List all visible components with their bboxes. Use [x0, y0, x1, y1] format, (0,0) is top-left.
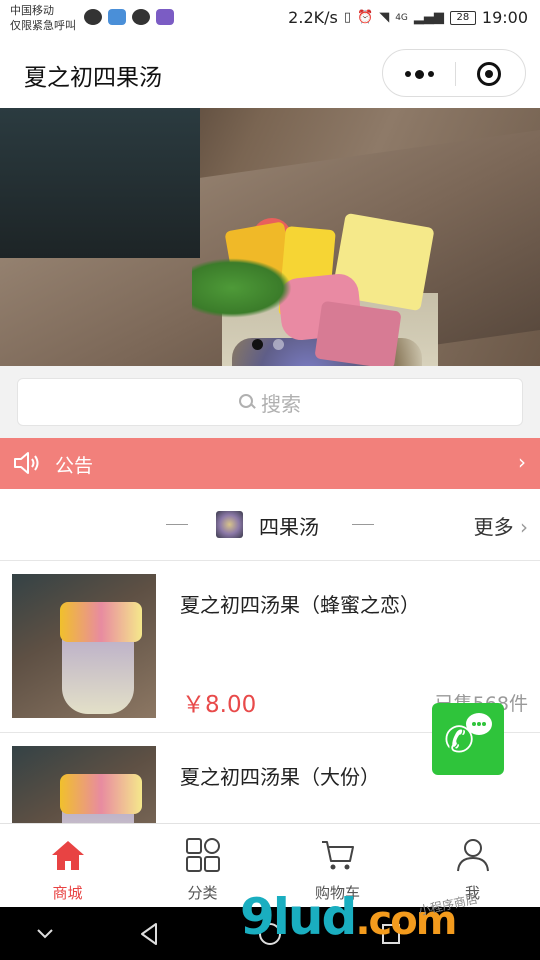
product-image[interactable]	[12, 574, 156, 718]
more-label: 更多	[473, 515, 514, 539]
wifi-icon: ◥	[379, 10, 390, 25]
banner-chair-bg	[0, 108, 200, 258]
product-name: 夏之初四汤果（蜂蜜之恋）	[180, 593, 420, 617]
carousel-indicators	[252, 339, 284, 350]
chat-bubble-icon	[466, 713, 492, 735]
message-icon	[84, 9, 102, 25]
fruit-dragonfruit-2	[314, 300, 402, 366]
carrier-info: 中国移动 仅限紧急呼叫	[10, 3, 76, 33]
notice-bar[interactable]: 公告 ›	[0, 438, 540, 489]
banner-carousel[interactable]	[0, 108, 540, 366]
telegram-icon	[108, 9, 126, 25]
network-speed: 2.2K/s	[288, 8, 338, 27]
carousel-dot-1[interactable]	[252, 339, 263, 350]
capsule-divider	[455, 62, 456, 86]
search-placeholder: 搜索	[261, 391, 301, 416]
search-input[interactable]: 搜索	[17, 378, 523, 426]
product-price: ￥8.00	[182, 692, 257, 718]
notification-icons	[84, 9, 174, 25]
signal-icon: ▂▄▆	[413, 10, 444, 25]
more-link[interactable]: 更多 ›	[474, 511, 528, 540]
speaker-icon	[14, 452, 39, 474]
category-thumbnail	[216, 511, 243, 538]
page-title: 夏之初四果汤	[24, 65, 162, 91]
tab-mall[interactable]: 商城	[0, 824, 135, 908]
miniprogram-capsule	[382, 49, 526, 97]
chevron-right-icon: ›	[518, 450, 526, 474]
network-type: 4G	[395, 12, 408, 23]
wechat-icon	[132, 9, 150, 25]
notice-label: 公告	[55, 455, 94, 477]
category-title: 四果汤	[259, 515, 319, 539]
category-icon	[185, 838, 220, 872]
emergency-text: 仅限紧急呼叫	[10, 19, 76, 32]
user-icon	[456, 839, 489, 872]
mint-leaf	[192, 258, 292, 318]
chevron-right-icon: ›	[520, 515, 528, 539]
navigation-bar: 夏之初四果汤	[0, 40, 540, 108]
search-section: 搜索	[0, 366, 540, 438]
alarm-icon: ⏰	[357, 10, 374, 25]
header-divider-right	[352, 524, 374, 525]
battery-icon: 28	[449, 10, 476, 25]
more-options-button[interactable]	[401, 58, 437, 90]
product-image[interactable]	[12, 746, 156, 827]
phone-call-button[interactable]: ✆	[432, 703, 504, 775]
watermark-main: 9lud	[240, 888, 357, 946]
carousel-dot-2[interactable]	[273, 339, 284, 350]
video-icon	[156, 9, 174, 25]
clock: 19:00	[481, 8, 528, 27]
cart-icon	[321, 841, 354, 870]
close-miniprogram-button[interactable]	[477, 62, 501, 86]
hide-keyboard-icon[interactable]	[30, 919, 60, 949]
vibrate-icon: ▯	[343, 10, 351, 25]
product-name: 夏之初四汤果（大份）	[180, 765, 380, 789]
carrier-name: 中国移动	[10, 4, 54, 17]
status-bar: 中国移动 仅限紧急呼叫 2.2K/s ▯ ⏰ ◥ 4G ▂▄▆ 28 19:00	[0, 0, 540, 40]
home-icon	[51, 841, 84, 870]
tab-label: 商城	[52, 884, 83, 902]
back-icon[interactable]	[135, 919, 165, 949]
status-right: 2.2K/s ▯ ⏰ ◥ 4G ▂▄▆ 28 19:00	[288, 8, 528, 27]
category-header: 四果汤 更多 ›	[0, 489, 540, 561]
header-divider-left	[166, 524, 188, 525]
search-icon	[239, 394, 255, 410]
